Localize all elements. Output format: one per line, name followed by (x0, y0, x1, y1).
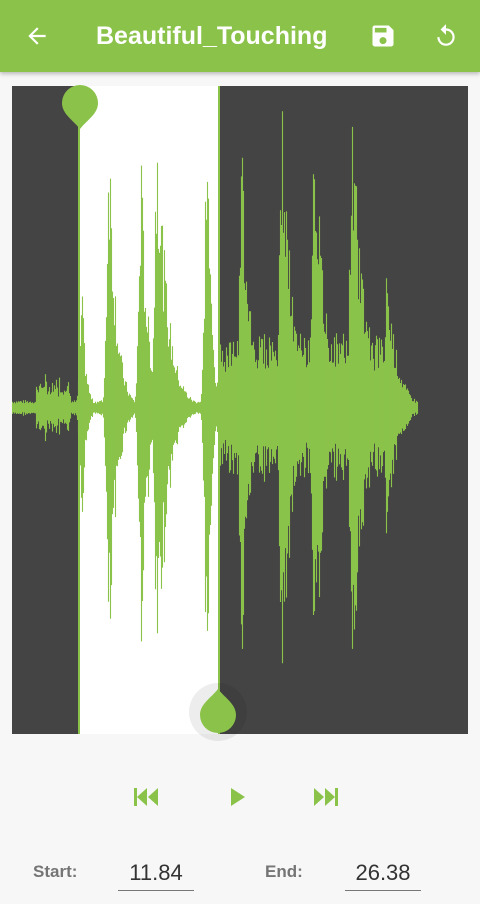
arrow-left-icon (28, 27, 46, 45)
end-label: End: (265, 862, 303, 881)
end-time-input[interactable] (345, 856, 421, 891)
start-label: Start: (33, 862, 78, 881)
end-marker[interactable] (198, 688, 238, 734)
start-marker[interactable] (60, 84, 100, 130)
playback-controls (0, 772, 480, 822)
previous-button[interactable] (126, 780, 166, 814)
skip-next-icon (314, 788, 338, 806)
reset-button[interactable] (422, 12, 470, 60)
app-bar: Beautiful_Touching (0, 0, 480, 72)
start-time-input[interactable] (118, 856, 194, 891)
play-icon (231, 788, 245, 806)
end-marker-icon (200, 689, 236, 733)
save-button[interactable] (359, 12, 407, 60)
waveform-canvas[interactable] (12, 86, 468, 734)
skip-previous-icon (134, 788, 158, 806)
reset-rotate-icon (437, 24, 455, 46)
start-marker-icon (62, 85, 98, 129)
next-button[interactable] (306, 780, 346, 814)
back-button[interactable] (13, 12, 61, 60)
play-button[interactable] (218, 780, 258, 814)
page-title: Beautiful_Touching (96, 22, 328, 50)
waveform-editor[interactable] (12, 86, 468, 734)
save-floppy-icon (372, 25, 394, 47)
